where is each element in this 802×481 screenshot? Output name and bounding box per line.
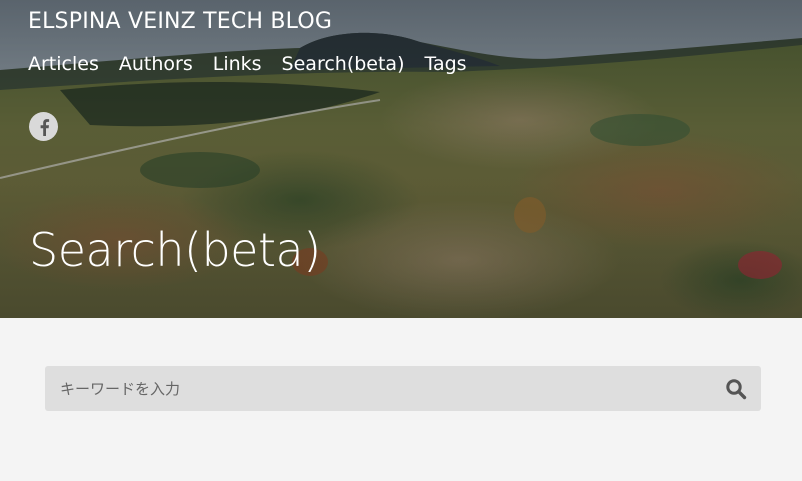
main-nav: Articles Authors Links Search(beta) Tags xyxy=(28,53,467,75)
main-content xyxy=(0,318,802,481)
page-heading: Search(beta) xyxy=(29,223,321,277)
search-input[interactable] xyxy=(45,366,711,411)
site-title-link[interactable]: ELSPINA VEINZ TECH BLOG xyxy=(28,9,332,34)
nav-item-articles[interactable]: Articles xyxy=(28,53,99,75)
nav-item-search[interactable]: Search(beta) xyxy=(282,53,405,75)
search-button[interactable] xyxy=(711,366,761,411)
hero-header: ELSPINA VEINZ TECH BLOG Articles Authors… xyxy=(0,0,802,318)
nav-item-authors[interactable]: Authors xyxy=(119,53,193,75)
nav-item-tags[interactable]: Tags xyxy=(425,53,467,75)
nav-item-links[interactable]: Links xyxy=(213,53,262,75)
facebook-icon xyxy=(40,118,49,136)
search-icon xyxy=(726,378,747,399)
facebook-link[interactable] xyxy=(29,112,58,141)
search-form xyxy=(45,366,761,411)
